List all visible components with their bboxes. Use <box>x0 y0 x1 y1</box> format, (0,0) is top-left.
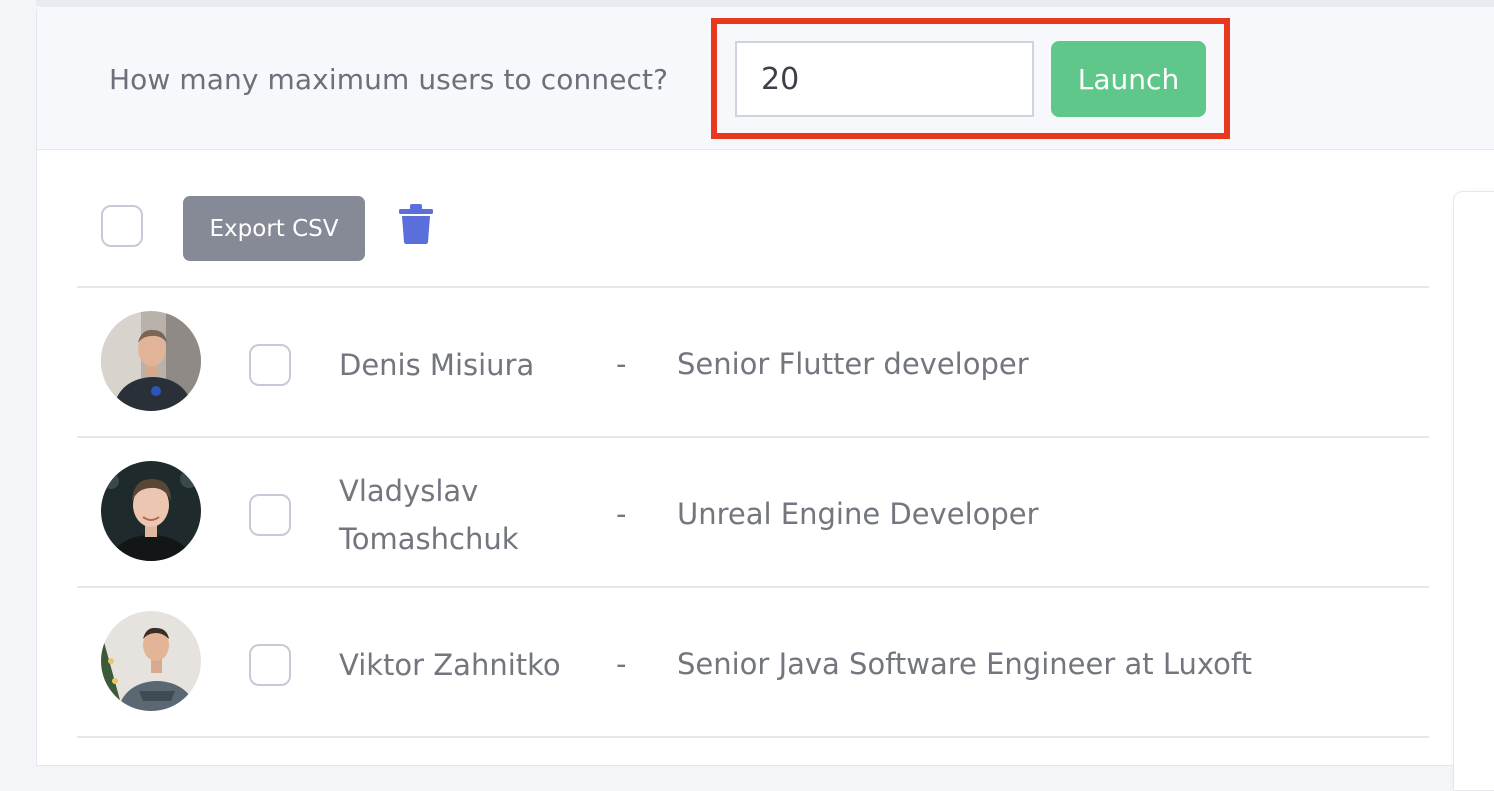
avatar <box>101 311 201 411</box>
side-panel <box>1453 191 1494 791</box>
select-all-checkbox[interactable] <box>101 205 143 247</box>
user-row: Denis Misiura - Senior Flutter developer <box>37 288 1437 436</box>
highlight-box <box>711 18 1230 139</box>
export-csv-button[interactable]: Export CSV <box>183 196 365 261</box>
user-title: Unreal Engine Developer <box>677 497 1039 531</box>
user-row: Vladyslav Tomashchuk - Unreal Engine Dev… <box>37 438 1437 586</box>
trash-icon[interactable] <box>398 203 434 245</box>
max-users-question: How many maximum users to connect? <box>109 63 669 96</box>
divider <box>77 736 1429 738</box>
avatar <box>101 461 201 561</box>
user-title: Senior Java Software Engineer at Luxoft <box>677 647 1252 681</box>
separator: - <box>616 647 627 681</box>
user-checkbox[interactable] <box>249 494 291 536</box>
user-name: Denis Misiura <box>339 348 535 382</box>
separator: - <box>616 497 627 531</box>
user-name: Viktor Zahnitko <box>339 648 561 682</box>
avatar <box>101 611 201 711</box>
separator: - <box>616 347 627 381</box>
user-row: Viktor Zahnitko - Senior Java Software E… <box>37 588 1437 736</box>
user-checkbox[interactable] <box>249 344 291 386</box>
user-name-line1: Vladyslav <box>339 474 479 508</box>
user-title: Senior Flutter developer <box>677 347 1029 381</box>
user-name-line2: Tomashchuk <box>339 522 519 556</box>
user-checkbox[interactable] <box>249 644 291 686</box>
